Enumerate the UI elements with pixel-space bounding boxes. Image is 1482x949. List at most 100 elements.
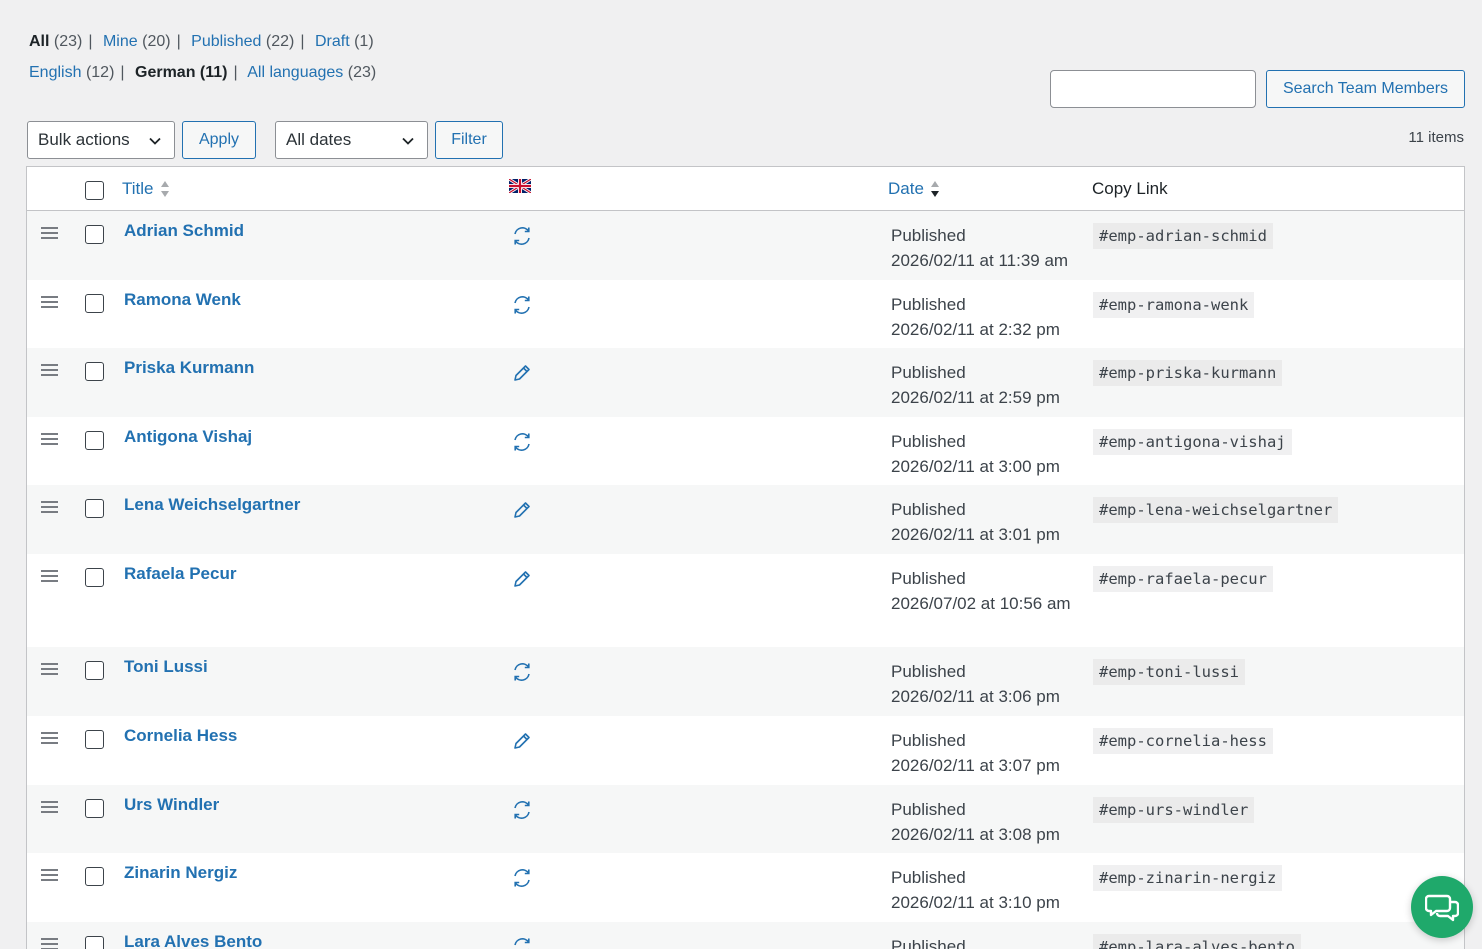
language-filter-list: English (12) | German (11) | All languages… [29, 64, 377, 81]
chat-button[interactable] [1411, 876, 1473, 938]
date-cell: Published 2026/02/11 at 3:06 pm [891, 662, 1060, 707]
member-title-link[interactable]: Adrian Schmid [124, 221, 244, 241]
date-cell: Published 2026/02/11 at 3:01 pm [891, 500, 1060, 545]
drag-handle-icon[interactable] [41, 295, 58, 311]
date-cell: Published 2026/07/02 at 10:56 am [891, 568, 1071, 613]
copy-link-code[interactable]: #emp-cornelia-hess [1093, 727, 1273, 754]
sync-icon[interactable] [511, 799, 533, 826]
member-title-link[interactable]: Priska Kurmann [124, 358, 254, 378]
row-checkbox[interactable] [85, 430, 104, 450]
row-checkbox[interactable] [85, 362, 104, 382]
filter-mine[interactable]: Mine [103, 33, 138, 50]
filter-published[interactable]: Published [191, 33, 261, 50]
column-copy-link: Copy Link [1092, 179, 1168, 198]
filter-all[interactable]: All [29, 33, 49, 50]
drag-handle-icon[interactable] [41, 432, 58, 448]
copy-link-code[interactable]: #emp-lena-weichselgartner [1093, 497, 1339, 524]
drag-handle-icon[interactable] [41, 569, 58, 585]
member-title-link[interactable]: Lara Alves Bento [124, 932, 262, 949]
table-row: Lena Weichselgartner Published 2026/02/11 … [27, 485, 1464, 554]
copy-link-code[interactable]: #emp-lara-alves-bento [1093, 933, 1301, 949]
table-row: Urs Windler Published 2026/02/11 at 3:08 p… [27, 784, 1464, 854]
select-all-checkbox[interactable] [85, 181, 104, 200]
drag-handle-icon[interactable] [41, 731, 58, 747]
member-title-link[interactable]: Zinarin Nergiz [124, 863, 237, 883]
chevron-down-icon [149, 137, 161, 145]
member-title-link[interactable]: Toni Lussi [124, 657, 208, 677]
member-title-link[interactable]: Cornelia Hess [124, 726, 237, 746]
filter-all-languages[interactable]: All languages [247, 64, 343, 81]
date-cell: Published [891, 936, 966, 949]
copy-link-code[interactable]: #emp-urs-windler [1093, 796, 1255, 823]
status-filter-list: All (23) | Mine (20) | Published (22) | Dra… [29, 33, 374, 50]
team-members-table: Title Date Copy Link Adrian Schmid Publis… [26, 166, 1465, 949]
filter-english[interactable]: English [29, 64, 81, 81]
drag-handle-icon[interactable] [41, 937, 58, 949]
chat-icon [1425, 894, 1459, 922]
search-button[interactable]: Search Team Members [1266, 70, 1465, 108]
drag-handle-icon[interactable] [41, 869, 58, 884]
date-cell: Published 2026/02/11 at 2:59 pm [891, 363, 1060, 408]
table-row: Rafaela Pecur Published 2026/07/02 at 10:5… [27, 554, 1464, 647]
search-input[interactable] [1050, 70, 1256, 108]
row-checkbox[interactable] [85, 499, 104, 519]
apply-button[interactable]: Apply [182, 121, 256, 159]
copy-link-code[interactable]: #emp-priska-kurmann [1093, 360, 1283, 387]
date-cell: Published 2026/02/11 at 2:32 pm [891, 294, 1060, 339]
copy-link-code[interactable]: #emp-zinarin-nergiz [1093, 865, 1283, 892]
row-checkbox[interactable] [85, 661, 104, 681]
date-cell: Published 2026/02/11 at 3:00 pm [891, 431, 1060, 476]
filter-german: German (11) [135, 64, 228, 81]
table-header: Title Date Copy Link [27, 167, 1464, 211]
sync-icon[interactable] [511, 867, 533, 894]
sync-icon[interactable] [511, 661, 533, 688]
table-row: Priska Kurmann Published 2026/02/11 at 2:5… [27, 348, 1464, 417]
row-checkbox[interactable] [85, 867, 104, 887]
sync-icon[interactable] [511, 431, 533, 458]
pencil-icon[interactable] [511, 499, 533, 526]
table-row: Lara Alves Bento Published #emp-lara-alves… [27, 921, 1464, 949]
pencil-icon[interactable] [511, 568, 533, 595]
row-checkbox[interactable] [85, 567, 104, 587]
row-checkbox[interactable] [85, 225, 104, 244]
member-title-link[interactable]: Urs Windler [124, 795, 219, 815]
sort-desc-icon [930, 181, 939, 197]
column-date-sort[interactable]: Date [888, 179, 940, 199]
table-row: Toni Lussi Published 2026/02/11 at 3:06 pm… [27, 647, 1464, 716]
copy-link-code[interactable]: #emp-antigona-vishaj [1093, 428, 1292, 455]
sync-icon[interactable] [511, 225, 533, 252]
member-title-link[interactable]: Rafaela Pecur [124, 564, 236, 584]
drag-handle-icon[interactable] [41, 800, 58, 816]
pencil-icon[interactable] [511, 362, 533, 389]
drag-handle-icon[interactable] [41, 663, 58, 678]
row-checkbox[interactable] [85, 293, 104, 313]
bulk-actions-select[interactable]: Bulk actions [27, 121, 175, 159]
filter-button[interactable]: Filter [435, 121, 503, 159]
drag-handle-icon[interactable] [41, 364, 58, 379]
sync-icon[interactable] [511, 936, 533, 949]
row-checkbox[interactable] [85, 798, 104, 818]
dates-filter-select[interactable]: All dates [275, 121, 428, 159]
member-title-link[interactable]: Antigona Vishaj [124, 427, 252, 447]
copy-link-code[interactable]: #emp-toni-lussi [1093, 659, 1245, 686]
row-checkbox[interactable] [85, 729, 104, 749]
copy-link-code[interactable]: #emp-ramona-wenk [1093, 291, 1255, 318]
column-title-sort[interactable]: Title [122, 179, 170, 199]
member-title-link[interactable]: Lena Weichselgartner [124, 495, 300, 515]
filter-draft[interactable]: Draft [315, 33, 350, 50]
pencil-icon[interactable] [511, 730, 533, 757]
drag-handle-icon[interactable] [41, 501, 58, 516]
chevron-down-icon [402, 137, 414, 145]
member-title-link[interactable]: Ramona Wenk [124, 290, 241, 310]
drag-handle-icon[interactable] [41, 227, 58, 242]
sync-icon[interactable] [511, 294, 533, 321]
items-count: 11 items [1408, 129, 1464, 146]
date-cell: Published 2026/02/11 at 3:10 pm [891, 868, 1060, 913]
copy-link-code[interactable]: #emp-rafaela-pecur [1093, 565, 1273, 592]
table-row: Adrian Schmid Published 2026/02/11 at 11:3… [27, 211, 1464, 280]
table-row: Antigona Vishaj Published 2026/02/11 at 3:… [27, 417, 1464, 486]
row-checkbox[interactable] [85, 935, 104, 949]
table-row: Ramona Wenk Published 2026/02/11 at 2:32 p… [27, 280, 1464, 349]
copy-link-code[interactable]: #emp-adrian-schmid [1093, 223, 1273, 249]
uk-flag-icon [508, 177, 532, 198]
